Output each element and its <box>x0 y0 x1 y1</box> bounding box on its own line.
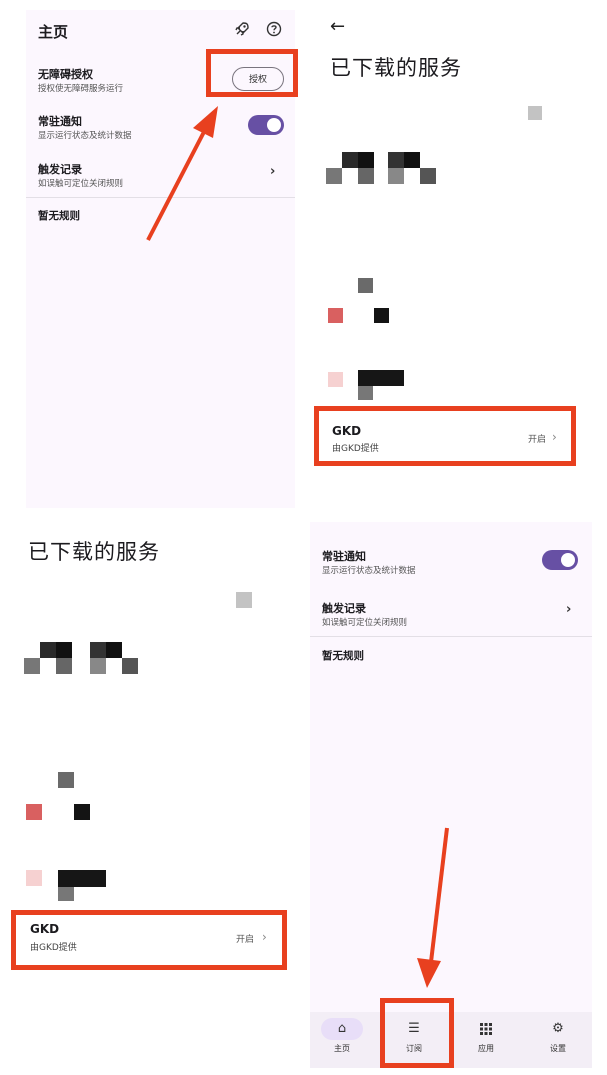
rocket-icon[interactable] <box>233 21 251 39</box>
row-title: 常驻通知 <box>38 115 82 128</box>
chevron-right-icon: › <box>566 602 572 617</box>
resident-notification-toggle[interactable] <box>248 115 284 135</box>
nav-item-apps[interactable]: 应用 <box>458 1018 514 1064</box>
app-icon-placeholder <box>40 642 56 658</box>
empty-rules-text: 暂无规则 <box>38 210 80 222</box>
app-icon-placeholder <box>342 152 358 168</box>
app-icon-placeholder <box>26 870 42 886</box>
app-icon-placeholder <box>122 658 138 674</box>
app-icon-placeholder <box>90 642 106 658</box>
app-icon-placeholder <box>358 278 373 293</box>
highlight-gkd-service-zoomed <box>11 910 287 970</box>
app-icon-placeholder <box>74 804 90 820</box>
arrow-left-icon[interactable]: ← <box>330 16 345 37</box>
divider <box>310 636 592 637</box>
row-subtitle: 如误触可定位关闭规则 <box>38 179 124 189</box>
nav-label: 设置 <box>550 1044 566 1053</box>
row-subtitle: 显示运行状态及统计数据 <box>38 131 132 141</box>
nav-item-home[interactable]: ⌂ 主页 <box>314 1018 370 1064</box>
app-icon-placeholder <box>358 152 374 168</box>
app-icon-placeholder <box>358 168 374 184</box>
app-icon-placeholder <box>388 168 404 184</box>
app-icon-placeholder <box>236 592 252 608</box>
nav-item-settings[interactable]: ⚙ 设置 <box>530 1018 586 1064</box>
row-title: 常驻通知 <box>322 550 366 563</box>
highlight-subscription-tab <box>380 998 454 1068</box>
trigger-log-row[interactable]: 触发记录 如误触可定位关闭规则 › <box>26 156 295 196</box>
app-icon-placeholder <box>420 168 436 184</box>
app-icon-placeholder <box>58 887 74 901</box>
resident-notification-row: 常驻通知 显示运行状态及统计数据 <box>310 542 592 582</box>
app-icon-placeholder <box>58 772 74 788</box>
app-icon-placeholder <box>328 308 343 323</box>
app-icon-placeholder <box>374 308 389 323</box>
home-icon: ⌂ <box>321 1018 363 1040</box>
services-screen-panel-zoomed: 已下载的服务 GKD 由GKD提供 开启 › <box>12 520 294 1065</box>
app-icon-placeholder <box>388 152 404 168</box>
app-icon-placeholder <box>56 642 72 658</box>
app-icon-placeholder <box>106 642 122 658</box>
help-circle-icon[interactable] <box>265 21 283 39</box>
top-app-bar: 主页 <box>26 10 295 54</box>
chevron-right-icon: › <box>270 164 276 179</box>
apps-grid-icon <box>465 1018 507 1040</box>
app-icon-placeholder <box>326 168 342 184</box>
row-subtitle: 显示运行状态及统计数据 <box>322 566 416 576</box>
divider <box>26 197 295 198</box>
page-title: 主页 <box>38 23 69 41</box>
app-icon-placeholder <box>24 658 40 674</box>
page-title: 已下载的服务 <box>28 540 160 564</box>
app-icon-placeholder <box>26 804 42 820</box>
page-title: 已下载的服务 <box>330 56 462 80</box>
nav-label: 应用 <box>478 1044 494 1053</box>
nav-label: 主页 <box>334 1044 350 1053</box>
highlight-gkd-service <box>314 406 576 466</box>
row-title: 无障碍授权 <box>38 68 93 81</box>
empty-rules-text: 暂无规则 <box>322 650 364 662</box>
app-icon-placeholder <box>328 372 343 387</box>
highlight-authorize-button <box>206 49 298 97</box>
row-title: 触发记录 <box>322 602 366 615</box>
app-icon-placeholder <box>90 658 106 674</box>
trigger-log-row[interactable]: 触发记录 如误触可定位关闭规则 › <box>310 594 592 634</box>
row-title: 触发记录 <box>38 163 82 176</box>
app-icon-placeholder <box>358 386 373 400</box>
home-screen-panel-bottom: 常驻通知 显示运行状态及统计数据 触发记录 如误触可定位关闭规则 › 暂无规则 … <box>310 522 592 1068</box>
app-icon-placeholder <box>56 658 72 674</box>
resident-notification-row: 常驻通知 显示运行状态及统计数据 <box>26 108 295 148</box>
app-icon-placeholder <box>404 152 420 168</box>
app-icon-placeholder <box>58 870 106 887</box>
row-subtitle: 授权使无障碍服务运行 <box>38 84 124 94</box>
app-icon-placeholder <box>528 106 542 120</box>
row-subtitle: 如误触可定位关闭规则 <box>322 618 408 628</box>
resident-notification-toggle[interactable] <box>542 550 578 570</box>
app-icon-placeholder <box>358 370 404 386</box>
gear-icon: ⚙ <box>552 1021 564 1036</box>
